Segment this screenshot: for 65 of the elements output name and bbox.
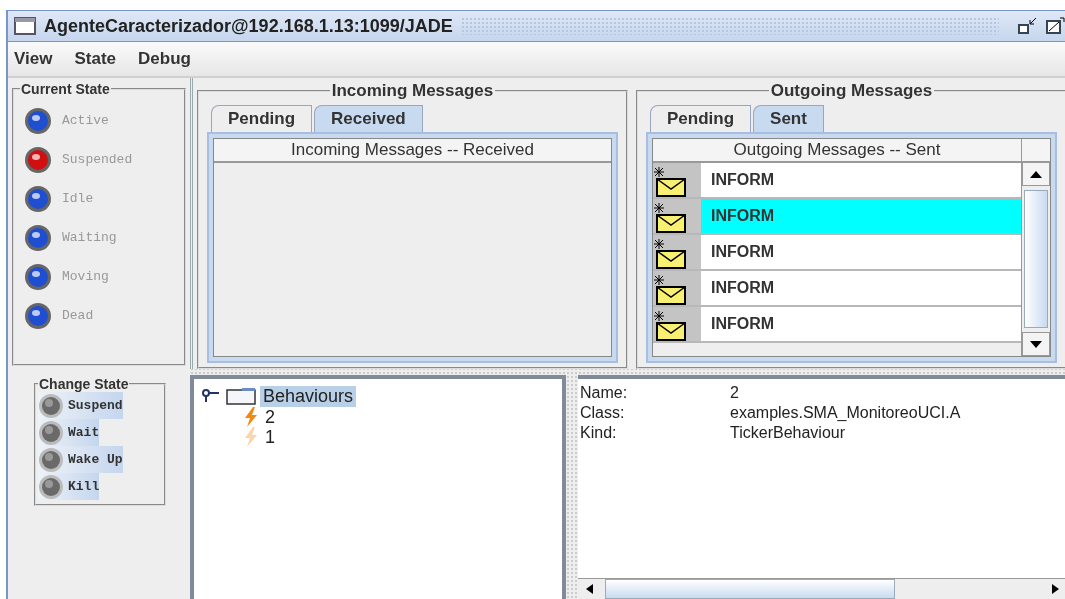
folder-icon bbox=[226, 387, 256, 405]
tree-node[interactable]: Behaviours bbox=[260, 385, 357, 407]
down-arrow-icon bbox=[1030, 340, 1042, 348]
button-light-icon bbox=[38, 419, 64, 446]
group-title: Current State bbox=[20, 81, 111, 97]
column-header[interactable]: Outgoing Messages -- Sent bbox=[653, 139, 1021, 163]
tree-node[interactable]: 2 bbox=[262, 406, 278, 428]
state-button[interactable]: Wake Up bbox=[38, 446, 123, 473]
window-title: AgenteCaracterizador@192.168.1.13:1099/JADE bbox=[44, 15, 453, 37]
button-light-icon bbox=[38, 446, 64, 473]
state-label: Suspended bbox=[62, 152, 133, 167]
tab[interactable]: Pending bbox=[211, 105, 313, 132]
field-value: examples.SMA_MonitoreoUCI.A bbox=[730, 403, 962, 423]
tab[interactable]: Received bbox=[314, 105, 423, 132]
state-button[interactable]: Suspend bbox=[38, 392, 123, 419]
message-row[interactable]: INFORM bbox=[653, 271, 1021, 307]
up-arrow-icon bbox=[1030, 170, 1042, 178]
button-light-icon bbox=[38, 392, 64, 419]
lightning-icon bbox=[244, 407, 258, 427]
tree-node[interactable]: 1 bbox=[262, 426, 278, 448]
window-icon bbox=[14, 17, 36, 35]
performative: INFORM bbox=[711, 315, 775, 333]
field-label: Name: bbox=[580, 383, 629, 403]
tab[interactable]: Sent bbox=[753, 105, 824, 132]
field-value: TickerBehaviour bbox=[730, 423, 846, 443]
envelope-icon bbox=[653, 239, 687, 269]
maximize-icon[interactable] bbox=[1045, 17, 1065, 35]
performative: INFORM bbox=[711, 171, 775, 189]
panel-title: Incoming Messages bbox=[330, 81, 495, 101]
panel-title: Outgoing Messages bbox=[769, 81, 934, 101]
message-row[interactable]: INFORM bbox=[653, 163, 1021, 199]
vertical-scrollbar[interactable] bbox=[1021, 139, 1050, 356]
state-label: Active bbox=[62, 113, 109, 128]
lightning-icon bbox=[244, 427, 258, 447]
state-label: Moving bbox=[62, 269, 109, 284]
performative: INFORM bbox=[711, 279, 775, 297]
state-label: Waiting bbox=[62, 230, 117, 245]
minimize-icon[interactable] bbox=[1017, 17, 1037, 35]
horizontal-scrollbar[interactable] bbox=[578, 578, 1065, 599]
message-row[interactable]: INFORM bbox=[653, 235, 1021, 271]
field-label: Class: bbox=[580, 403, 626, 423]
field-label: Kind: bbox=[580, 423, 618, 443]
column-header[interactable]: Incoming Messages -- Received bbox=[214, 139, 611, 163]
menu-item[interactable]: View bbox=[14, 49, 53, 69]
message-row[interactable]: INFORM bbox=[653, 307, 1021, 343]
performative: INFORM bbox=[711, 207, 775, 225]
state-label: Idle bbox=[62, 191, 94, 206]
state-label: Dead bbox=[62, 308, 94, 323]
field-value: 2 bbox=[730, 383, 740, 403]
envelope-icon bbox=[653, 203, 687, 233]
performative: INFORM bbox=[711, 243, 775, 261]
tab[interactable]: Pending bbox=[650, 105, 752, 132]
state-button[interactable]: Kill bbox=[38, 473, 100, 500]
menu-item[interactable]: State bbox=[74, 49, 116, 69]
button-light-icon bbox=[38, 473, 64, 500]
right-arrow-icon bbox=[1052, 584, 1059, 594]
group-title: Change State bbox=[38, 376, 130, 392]
left-arrow-icon bbox=[586, 584, 593, 594]
menu-item[interactable]: Debug bbox=[138, 49, 191, 69]
envelope-icon bbox=[653, 311, 687, 341]
envelope-icon bbox=[653, 275, 687, 305]
expand-handle-icon[interactable] bbox=[202, 389, 222, 403]
state-button[interactable]: Wait bbox=[38, 419, 100, 446]
envelope-icon bbox=[653, 167, 687, 197]
message-row[interactable]: INFORM bbox=[653, 199, 1021, 235]
